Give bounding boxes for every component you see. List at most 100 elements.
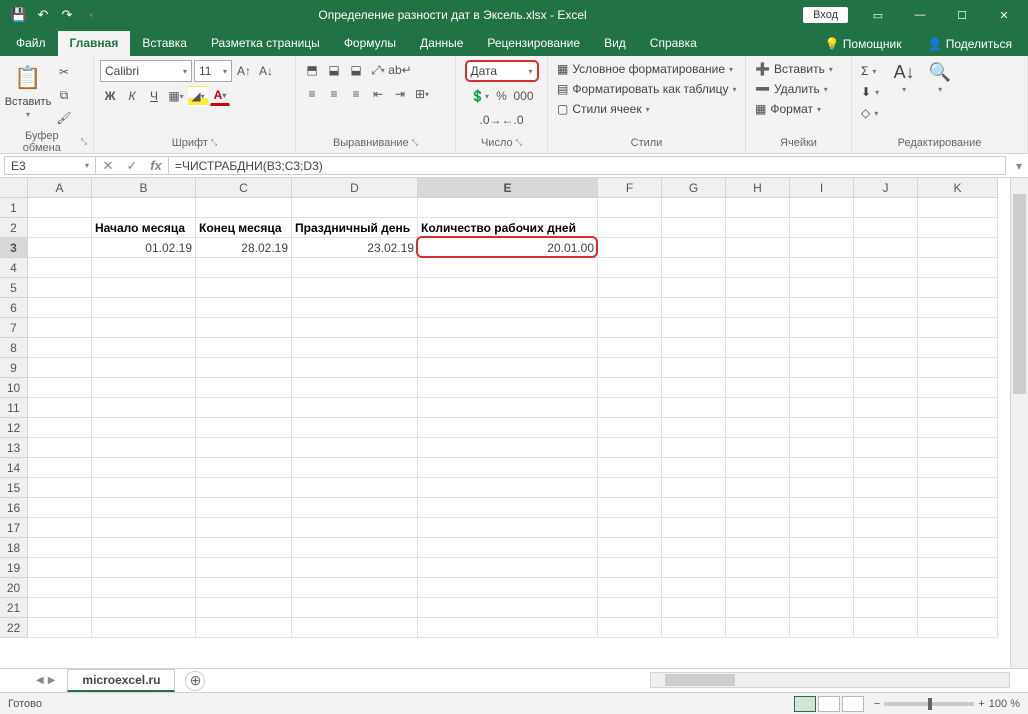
tab-review[interactable]: Рецензирование <box>475 31 592 56</box>
new-sheet-button[interactable]: ⊕ <box>185 671 205 691</box>
cell-I21[interactable] <box>790 598 854 618</box>
vertical-scrollbar[interactable] <box>1010 178 1028 668</box>
cancel-formula-icon[interactable]: ✕ <box>96 158 120 174</box>
cell-K18[interactable] <box>918 538 998 558</box>
align-bottom-icon[interactable]: ⬓ <box>346 60 366 80</box>
cell-A11[interactable] <box>28 398 92 418</box>
find-select-button[interactable]: 🔍▾ <box>926 60 954 94</box>
cell-G19[interactable] <box>662 558 726 578</box>
number-format-combo[interactable]: Дата▾ <box>465 60 539 82</box>
cell-F4[interactable] <box>598 258 662 278</box>
cell-F5[interactable] <box>598 278 662 298</box>
cell-E21[interactable] <box>418 598 598 618</box>
cell-K1[interactable] <box>918 198 998 218</box>
cell-B22[interactable] <box>92 618 196 638</box>
cell-E17[interactable] <box>418 518 598 538</box>
cell-F7[interactable] <box>598 318 662 338</box>
font-name-combo[interactable]: Calibri▾ <box>100 60 192 82</box>
zoom-out-button[interactable]: − <box>874 698 880 710</box>
cell-E18[interactable] <box>418 538 598 558</box>
cell-G3[interactable] <box>662 238 726 258</box>
align-center-icon[interactable]: ≡ <box>324 84 344 104</box>
cell-I16[interactable] <box>790 498 854 518</box>
view-page-layout-button[interactable] <box>818 696 840 712</box>
paste-button[interactable]: 📋 Вставить ▾ <box>6 60 50 119</box>
cell-I11[interactable] <box>790 398 854 418</box>
currency-icon[interactable]: 💲▾ <box>470 86 490 106</box>
format-as-table-button[interactable]: ▤Форматировать как таблицу▾ <box>554 80 740 98</box>
cell-H5[interactable] <box>726 278 790 298</box>
cell-C21[interactable] <box>196 598 292 618</box>
cell-A16[interactable] <box>28 498 92 518</box>
cell-G4[interactable] <box>662 258 726 278</box>
row-header-2[interactable]: 2 <box>0 218 28 238</box>
cell-C22[interactable] <box>196 618 292 638</box>
cell-E11[interactable] <box>418 398 598 418</box>
font-size-combo[interactable]: 11▾ <box>194 60 232 82</box>
cell-C11[interactable] <box>196 398 292 418</box>
row-header-13[interactable]: 13 <box>0 438 28 458</box>
col-header-E[interactable]: E <box>418 178 598 198</box>
cell-D1[interactable] <box>292 198 418 218</box>
col-header-A[interactable]: A <box>28 178 92 198</box>
cell-F14[interactable] <box>598 458 662 478</box>
cell-H17[interactable] <box>726 518 790 538</box>
col-header-J[interactable]: J <box>854 178 918 198</box>
cell-B14[interactable] <box>92 458 196 478</box>
cell-K7[interactable] <box>918 318 998 338</box>
cell-B13[interactable] <box>92 438 196 458</box>
cell-A6[interactable] <box>28 298 92 318</box>
row-header-15[interactable]: 15 <box>0 478 28 498</box>
cell-C10[interactable] <box>196 378 292 398</box>
cell-B21[interactable] <box>92 598 196 618</box>
cell-E13[interactable] <box>418 438 598 458</box>
fill-color-icon[interactable]: ◢▾ <box>188 86 208 106</box>
cell-D12[interactable] <box>292 418 418 438</box>
cell-B7[interactable] <box>92 318 196 338</box>
cell-J5[interactable] <box>854 278 918 298</box>
cell-B1[interactable] <box>92 198 196 218</box>
cell-H15[interactable] <box>726 478 790 498</box>
tab-help[interactable]: Справка <box>638 31 709 56</box>
row-header-20[interactable]: 20 <box>0 578 28 598</box>
col-header-H[interactable]: H <box>726 178 790 198</box>
formula-input[interactable]: =ЧИСТРАБДНИ(B3;C3;D3) <box>169 156 1006 175</box>
col-header-K[interactable]: K <box>918 178 998 198</box>
row-header-17[interactable]: 17 <box>0 518 28 538</box>
cell-D16[interactable] <box>292 498 418 518</box>
cell-C9[interactable] <box>196 358 292 378</box>
cell-G22[interactable] <box>662 618 726 638</box>
sort-filter-button[interactable]: A↓▾ <box>890 60 918 94</box>
cell-D13[interactable] <box>292 438 418 458</box>
increase-decimal-icon[interactable]: .0→ <box>481 110 501 130</box>
cell-H22[interactable] <box>726 618 790 638</box>
cell-A10[interactable] <box>28 378 92 398</box>
cell-H6[interactable] <box>726 298 790 318</box>
cell-A14[interactable] <box>28 458 92 478</box>
tab-layout[interactable]: Разметка страницы <box>199 31 332 56</box>
cell-E3[interactable]: 20.01.00 <box>418 238 598 258</box>
cell-F8[interactable] <box>598 338 662 358</box>
grow-font-icon[interactable]: A↑ <box>234 61 254 81</box>
view-page-break-button[interactable] <box>842 696 864 712</box>
cell-J8[interactable] <box>854 338 918 358</box>
cell-F1[interactable] <box>598 198 662 218</box>
cell-E19[interactable] <box>418 558 598 578</box>
row-header-10[interactable]: 10 <box>0 378 28 398</box>
cell-K10[interactable] <box>918 378 998 398</box>
cell-F18[interactable] <box>598 538 662 558</box>
cell-K2[interactable] <box>918 218 998 238</box>
qat-more-icon[interactable]: ▾ <box>80 4 102 26</box>
cell-I15[interactable] <box>790 478 854 498</box>
cell-I22[interactable] <box>790 618 854 638</box>
cell-G21[interactable] <box>662 598 726 618</box>
cell-C16[interactable] <box>196 498 292 518</box>
cell-D19[interactable] <box>292 558 418 578</box>
horizontal-scrollbar[interactable] <box>650 672 1010 688</box>
cell-E5[interactable] <box>418 278 598 298</box>
row-header-4[interactable]: 4 <box>0 258 28 278</box>
cell-A12[interactable] <box>28 418 92 438</box>
cell-B9[interactable] <box>92 358 196 378</box>
cell-K5[interactable] <box>918 278 998 298</box>
wrap-text-icon[interactable]: ab↵ <box>390 60 410 80</box>
